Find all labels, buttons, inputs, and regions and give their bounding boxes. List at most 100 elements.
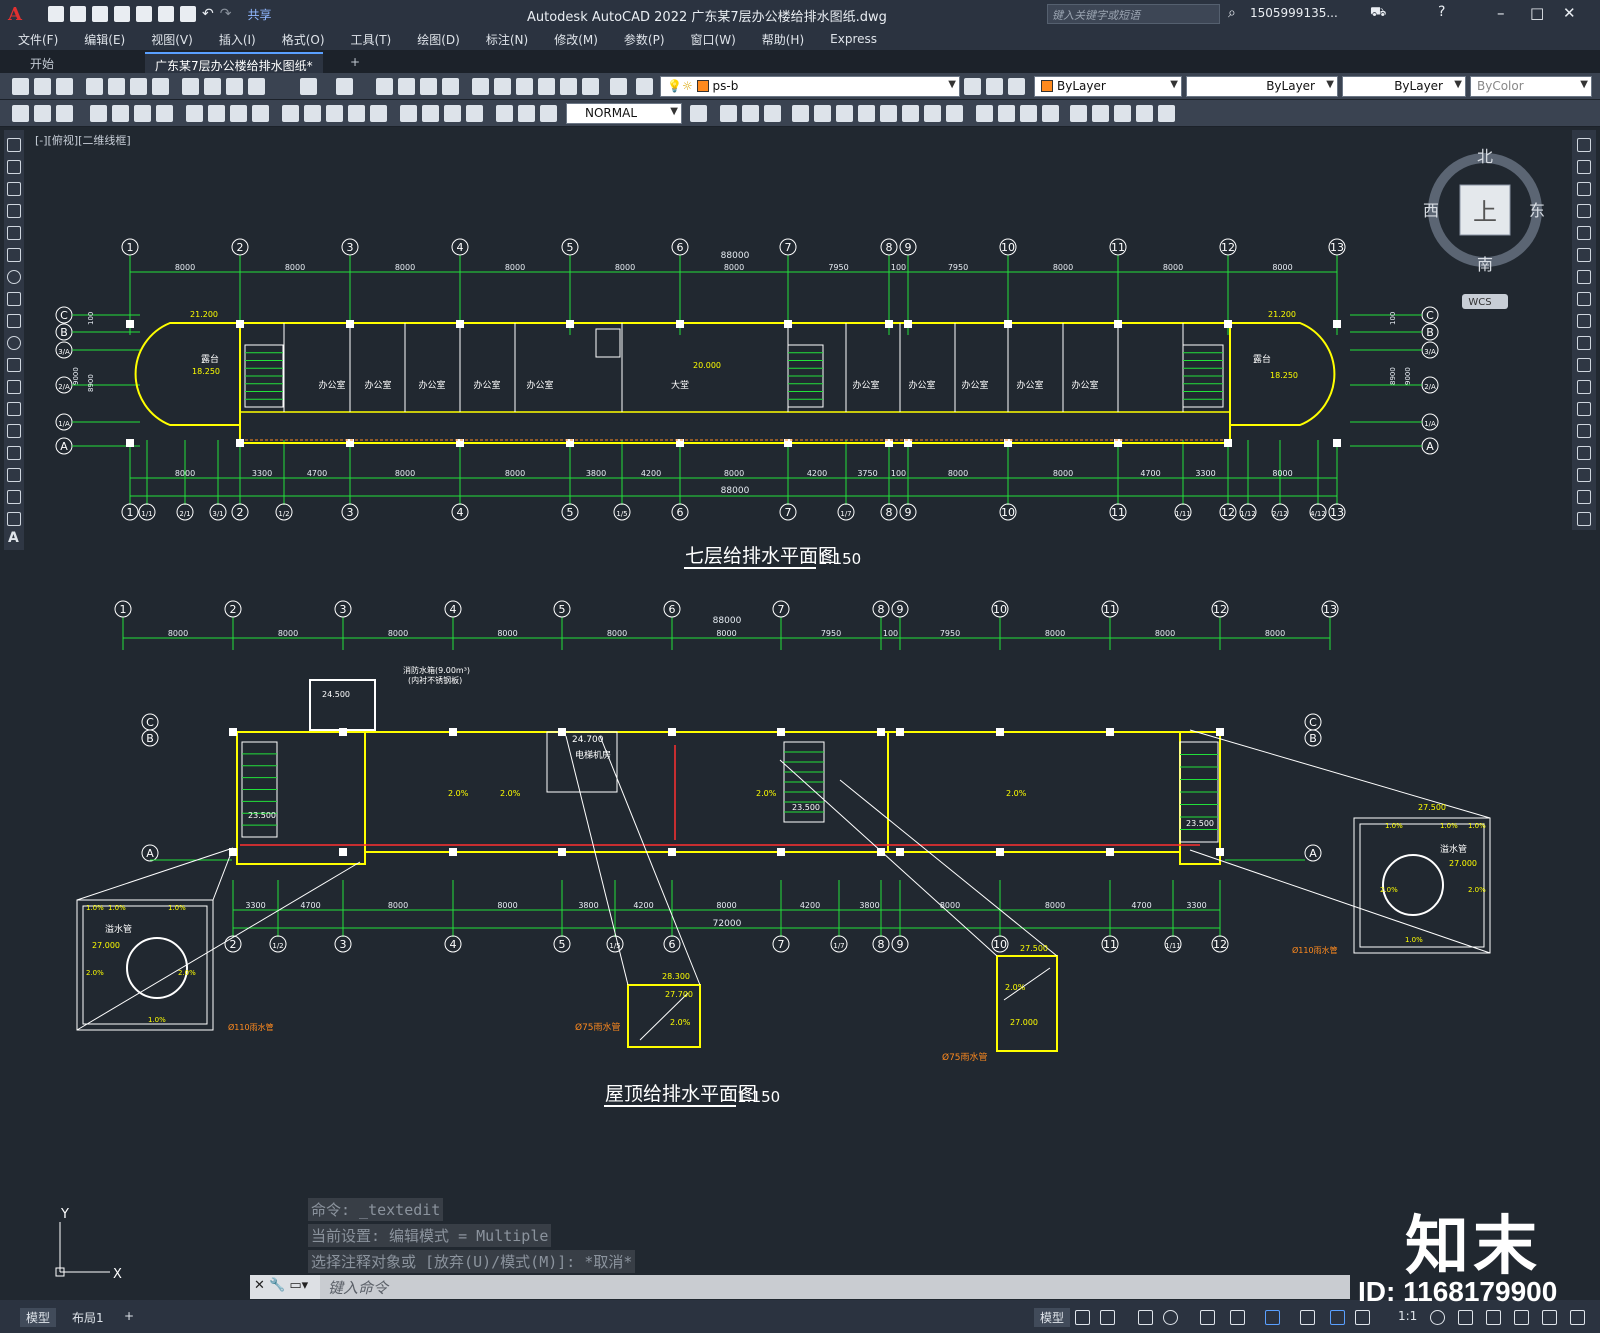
scale-icon[interactable] (880, 105, 897, 122)
close-icon[interactable]: ✕ (1563, 4, 1576, 22)
close-command-icon[interactable]: ✕ (254, 1278, 265, 1293)
dim-style-icon[interactable] (496, 105, 513, 122)
center-mark-icon[interactable] (348, 105, 365, 122)
color-dropdown[interactable]: ByLayer ▼ (1034, 76, 1182, 97)
jogged-linear-icon[interactable] (400, 105, 417, 122)
tool-palettes-icon[interactable] (516, 78, 533, 95)
annotation-scale[interactable]: 1:1 (1392, 1308, 1423, 1324)
gradient-icon[interactable] (7, 468, 21, 482)
undo-toolbar-icon[interactable] (300, 78, 317, 95)
array-icon[interactable] (814, 105, 831, 122)
layer-states-icon[interactable] (1008, 78, 1025, 95)
viewport-controls[interactable]: [-][俯视][二维线框] (35, 132, 131, 148)
revision-cloud-icon[interactable] (7, 292, 21, 306)
move-side-icon[interactable] (1577, 248, 1591, 262)
annotation-monitor-icon[interactable] (1458, 1310, 1473, 1325)
blend-icon[interactable] (1577, 490, 1591, 504)
layer-previous-icon[interactable] (986, 78, 1003, 95)
hatch-icon[interactable] (7, 446, 21, 460)
quick-dim-icon[interactable] (208, 105, 225, 122)
fillet-side-icon[interactable] (1577, 468, 1591, 482)
dim-jogged-icon[interactable] (134, 105, 151, 122)
block-edit-icon[interactable] (1114, 105, 1131, 122)
rectangle-icon[interactable] (7, 226, 21, 240)
layer-dropdown[interactable]: 💡☼ ps-b ▼ (660, 76, 960, 97)
arc-icon[interactable] (7, 248, 21, 262)
insert-block-icon[interactable] (7, 380, 21, 394)
menu-dimension[interactable]: 标注(N) (486, 31, 528, 48)
redo-icon[interactable]: ↷ (220, 6, 232, 22)
menu-draw[interactable]: 绘图(D) (417, 31, 460, 48)
customize-icon[interactable]: 🔧 (269, 1278, 285, 1293)
new-file-icon[interactable] (47, 6, 64, 22)
extend-side-icon[interactable] (1577, 358, 1591, 372)
copy-icon[interactable] (204, 78, 221, 95)
redo-toolbar-icon[interactable] (336, 78, 353, 95)
grid-icon[interactable] (1075, 1310, 1090, 1325)
explode-icon[interactable] (1070, 105, 1087, 122)
chamfer-side-icon[interactable] (1577, 446, 1591, 460)
erase-icon[interactable] (720, 105, 737, 122)
user-account[interactable]: 1505999135... (1250, 6, 1338, 20)
join-icon[interactable] (998, 105, 1015, 122)
save-web-icon[interactable] (157, 6, 174, 22)
offset-icon[interactable] (792, 105, 809, 122)
search-input[interactable]: 键入关键字或短语 (1047, 4, 1220, 24)
ortho-icon[interactable] (1138, 1310, 1153, 1325)
object-snap-icon[interactable] (1265, 1310, 1280, 1325)
mtext-icon[interactable]: A (8, 530, 19, 546)
tab-layout1[interactable]: 布局1 (66, 1308, 110, 1327)
cut-icon[interactable] (182, 78, 199, 95)
dim-radius-icon[interactable] (112, 105, 129, 122)
pan-icon[interactable] (376, 78, 393, 95)
recent-commands-icon[interactable]: ▭▾ (289, 1278, 308, 1293)
construction-line-icon[interactable] (7, 160, 21, 174)
command-input[interactable]: 键入命令 (320, 1277, 1350, 1298)
region-icon[interactable] (7, 490, 21, 504)
autocad-logo-icon[interactable]: A (8, 4, 22, 25)
ellipse-arc-icon[interactable] (7, 358, 21, 372)
copy-object-icon[interactable] (742, 105, 759, 122)
menu-tools[interactable]: 工具(T) (351, 31, 392, 48)
customization-icon[interactable] (1570, 1310, 1585, 1325)
help-icon[interactable]: ? (1438, 4, 1445, 20)
drawing-canvas[interactable] (24, 127, 1572, 1292)
dim-reassoc-icon[interactable] (540, 105, 557, 122)
polyline-icon[interactable] (7, 182, 21, 196)
stretch-side-icon[interactable] (1577, 314, 1591, 328)
undo-icon[interactable]: ↶ (202, 6, 214, 22)
units-icon[interactable] (1486, 1310, 1501, 1325)
snap-icon[interactable] (1100, 1310, 1115, 1325)
save-toolbar-icon[interactable] (56, 78, 73, 95)
mirror-icon[interactable] (764, 105, 781, 122)
spline-icon[interactable] (7, 314, 21, 328)
design-center-icon[interactable] (494, 78, 511, 95)
object-snap-tracking-icon[interactable] (1230, 1310, 1245, 1325)
table-icon[interactable] (7, 512, 21, 526)
dim-override-icon[interactable] (518, 105, 535, 122)
scale-side-icon[interactable] (1577, 292, 1591, 306)
save-icon[interactable] (91, 6, 108, 22)
break-icon[interactable] (976, 105, 993, 122)
plot-toolbar-icon[interactable] (86, 78, 103, 95)
tab-model[interactable]: 模型 (20, 1308, 57, 1327)
share-button[interactable]: 共享 (247, 6, 271, 23)
cart-icon[interactable]: ⛟ (1370, 5, 1386, 22)
make-current-layer-icon[interactable] (964, 78, 981, 95)
isodraft-icon[interactable] (1200, 1310, 1215, 1325)
preview-icon[interactable] (108, 78, 125, 95)
menu-format[interactable]: 格式(O) (282, 31, 325, 48)
fillet-icon[interactable] (1042, 105, 1059, 122)
tab-drawing[interactable]: 广东某7层办公楼给排水图纸* (145, 52, 323, 73)
tolerance-icon[interactable] (326, 105, 343, 122)
qnew-icon[interactable] (12, 78, 29, 95)
inspect-icon[interactable] (370, 105, 387, 122)
dim-style-manager-icon[interactable] (690, 105, 707, 122)
open-file-icon[interactable] (69, 6, 86, 22)
model-space-toggle[interactable]: 模型 (1034, 1308, 1071, 1327)
circle-icon[interactable] (7, 270, 21, 284)
plotstyle-dropdown[interactable]: ByColor ▼ (1470, 76, 1592, 97)
polygon-icon[interactable] (7, 204, 21, 218)
menu-insert[interactable]: 插入(I) (219, 31, 256, 48)
block-insert-icon[interactable] (1092, 105, 1109, 122)
